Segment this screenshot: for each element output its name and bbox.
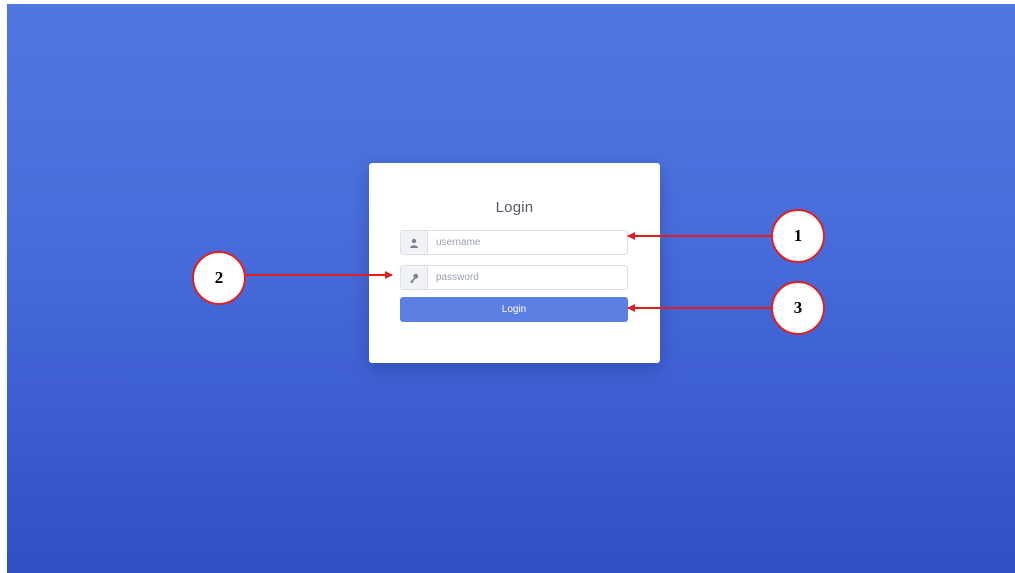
- login-page-background: Login Login: [7, 4, 1015, 573]
- user-icon: [401, 231, 428, 254]
- login-button[interactable]: Login: [400, 297, 628, 322]
- username-field[interactable]: [428, 231, 627, 254]
- username-field-group: [400, 230, 628, 255]
- password-field-group: [400, 265, 628, 290]
- callout-badge-3: 3: [771, 281, 825, 335]
- password-field[interactable]: [428, 266, 627, 289]
- login-title: Login: [495, 199, 534, 216]
- key-icon: [401, 266, 428, 289]
- login-card: Login Login: [369, 163, 660, 363]
- callout-badge-2: 2: [192, 251, 246, 305]
- callout-badge-1: 1: [771, 209, 825, 263]
